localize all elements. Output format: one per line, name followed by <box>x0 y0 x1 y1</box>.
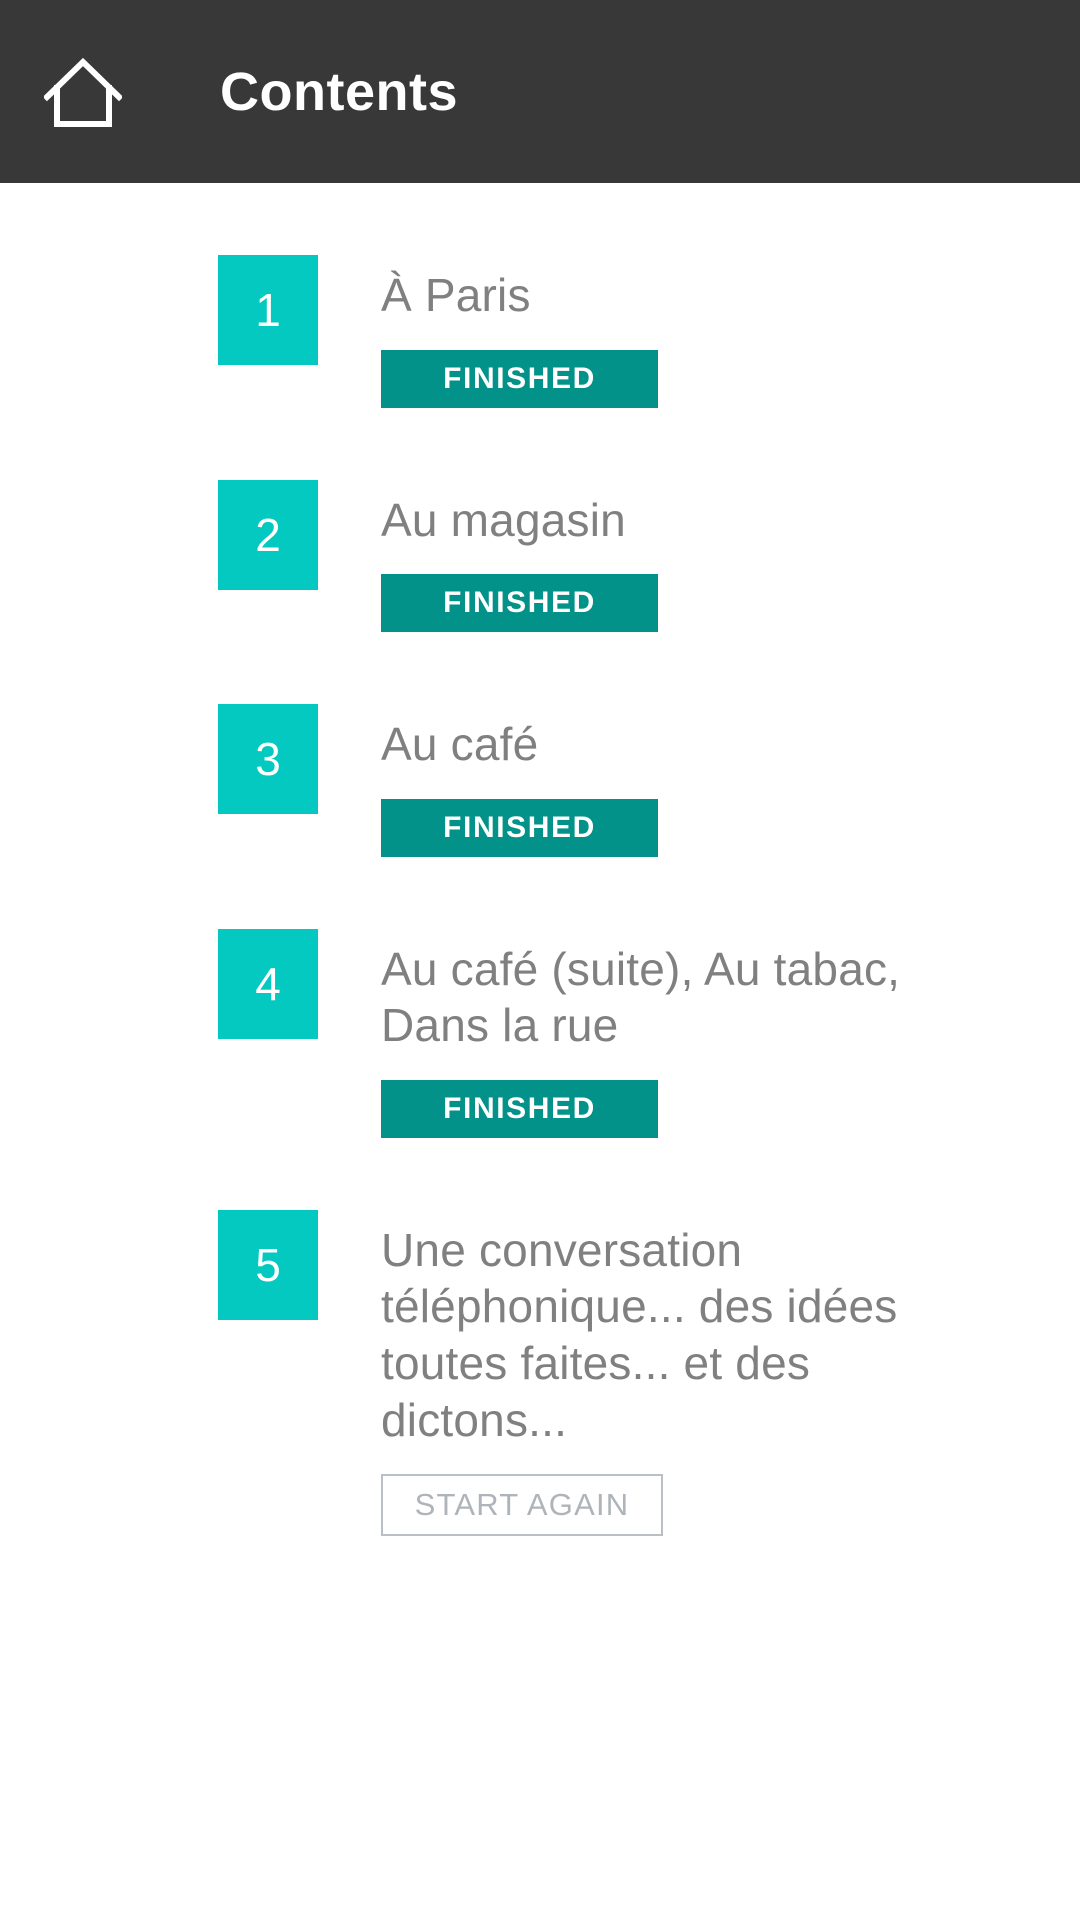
contents-list: 1 À Paris FINISHED 2 Au magasin FINISHED… <box>0 183 1080 1537</box>
item-number-badge: 5 <box>218 1209 318 1320</box>
item-title: Au magasin <box>381 493 626 546</box>
item-number-badge: 2 <box>218 479 318 590</box>
status-badge[interactable]: FINISHED <box>381 798 658 857</box>
item-body: Au magasin FINISHED <box>381 480 658 633</box>
item-number-badge: 4 <box>218 928 318 1039</box>
item-number-label: 3 <box>255 733 281 786</box>
list-item[interactable]: 3 Au café FINISHED <box>0 704 1080 857</box>
home-icon[interactable] <box>44 56 122 128</box>
status-row: FINISHED <box>381 1079 901 1138</box>
item-title: Une conversation téléphonique... des idé… <box>381 1223 898 1446</box>
list-item[interactable]: 4 Au café (suite), Au tabac, Dans la rue… <box>0 928 1080 1138</box>
status-badge[interactable]: FINISHED <box>381 349 658 408</box>
item-number-label: 5 <box>255 1238 281 1291</box>
item-number-badge: 3 <box>218 704 318 815</box>
list-item[interactable]: 5 Une conversation téléphonique... des i… <box>0 1209 1080 1537</box>
item-body: Une conversation téléphonique... des idé… <box>381 1210 901 1537</box>
status-badge[interactable]: FINISHED <box>381 574 658 633</box>
status-badge[interactable]: FINISHED <box>381 1079 658 1138</box>
item-number-badge: 1 <box>218 255 318 365</box>
item-number-label: 2 <box>255 508 281 561</box>
status-row: FINISHED <box>381 798 658 857</box>
list-item[interactable]: 2 Au magasin FINISHED <box>0 479 1080 633</box>
list-item[interactable]: 1 À Paris FINISHED <box>0 255 1080 408</box>
item-number-label: 4 <box>255 957 281 1010</box>
status-row: START AGAIN <box>381 1474 901 1537</box>
status-row: FINISHED <box>381 574 658 633</box>
item-body: Au café (suite), Au tabac, Dans la rue F… <box>381 929 901 1138</box>
item-body: À Paris FINISHED <box>381 255 658 408</box>
item-title: À Paris <box>381 269 531 321</box>
app-header: Contents <box>0 0 1080 183</box>
status-row: FINISHED <box>381 349 658 408</box>
page-title: Contents <box>220 61 458 122</box>
item-body: Au café FINISHED <box>381 704 658 857</box>
item-title: Au café <box>381 718 539 771</box>
item-title: Au café (suite), Au tabac, Dans la rue <box>381 942 901 1052</box>
start-again-button[interactable]: START AGAIN <box>381 1474 663 1537</box>
item-number-label: 1 <box>255 284 281 336</box>
